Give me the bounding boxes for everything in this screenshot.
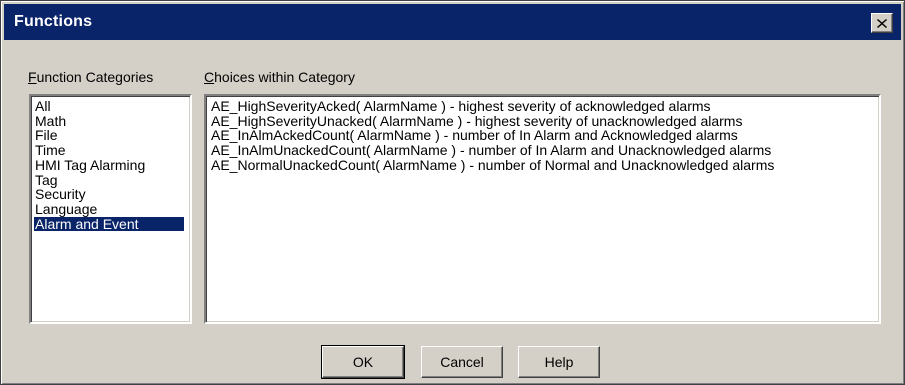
close-button[interactable] bbox=[871, 13, 893, 33]
cancel-button[interactable]: Cancel bbox=[421, 346, 503, 378]
category-item-all[interactable]: All bbox=[34, 99, 190, 114]
function-categories-list[interactable]: All Math File Time HMI Tag Alarming Tag … bbox=[29, 94, 192, 324]
title-bar[interactable]: Functions bbox=[4, 4, 901, 40]
choices-list[interactable]: AE_HighSeverityAcked( AlarmName ) - high… bbox=[204, 94, 881, 324]
category-item-alarm-and-event[interactable]: Alarm and Event bbox=[34, 216, 184, 232]
choice-item[interactable]: AE_InAlmAckedCount( AlarmName ) - number… bbox=[210, 128, 879, 143]
choices-label-text: hoices within Category bbox=[214, 69, 355, 85]
choices-within-category-label: Choices within Category bbox=[204, 69, 355, 85]
categories-mnemonic: F bbox=[28, 69, 37, 85]
function-categories-label: Function Categories bbox=[28, 69, 153, 85]
functions-dialog: Functions Function Categories Choices wi… bbox=[0, 0, 905, 385]
choice-item[interactable]: AE_HighSeverityAcked( AlarmName ) - high… bbox=[210, 99, 879, 114]
choice-item[interactable]: AE_InAlmUnackedCount( AlarmName ) - numb… bbox=[210, 143, 879, 158]
ok-button[interactable]: OK bbox=[321, 345, 405, 379]
category-item-security[interactable]: Security bbox=[34, 187, 190, 202]
category-item-tag[interactable]: Tag bbox=[34, 172, 190, 188]
category-item-time[interactable]: Time bbox=[34, 143, 190, 158]
category-item-language[interactable]: Language bbox=[34, 202, 190, 217]
choice-item[interactable]: AE_NormalUnackedCount( AlarmName ) - num… bbox=[210, 158, 879, 173]
category-item-hmi-tag-alarming[interactable]: HMI Tag Alarming bbox=[34, 158, 190, 173]
help-button[interactable]: Help bbox=[518, 346, 600, 378]
category-item-file[interactable]: File bbox=[34, 128, 190, 143]
choice-item[interactable]: AE_HighSeverityUnacked( AlarmName ) - hi… bbox=[210, 113, 879, 129]
categories-label-text: unction Categories bbox=[36, 69, 154, 85]
category-item-math[interactable]: Math bbox=[34, 113, 190, 129]
choices-mnemonic: C bbox=[204, 69, 215, 85]
dialog-title: Functions bbox=[14, 13, 93, 30]
close-icon bbox=[877, 18, 887, 28]
